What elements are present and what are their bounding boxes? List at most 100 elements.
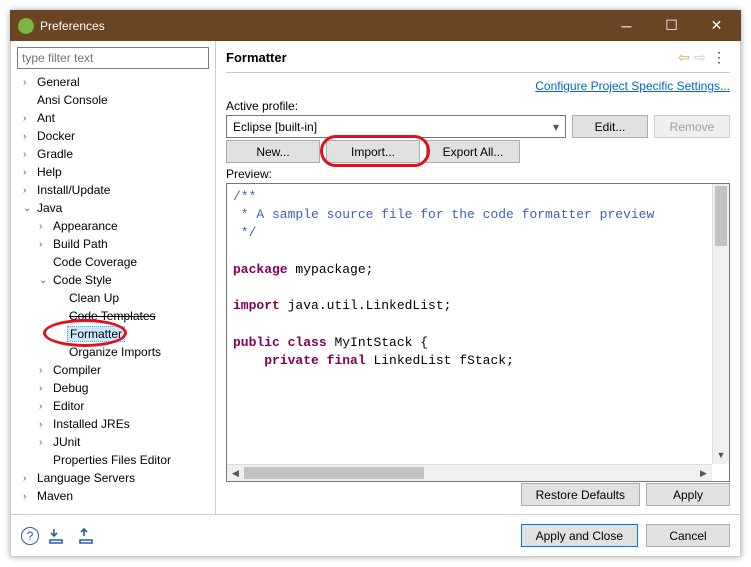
- page-menu-icon[interactable]: ⋮: [708, 49, 730, 66]
- code-text: java.util.LinkedList;: [280, 298, 452, 313]
- tree-item-label: Editor: [51, 399, 86, 413]
- tree-item-junit[interactable]: ›JUnit: [19, 433, 209, 451]
- tree-item-maven[interactable]: ›Maven: [19, 487, 209, 505]
- tree-item-general[interactable]: ›General: [19, 73, 209, 91]
- import-button[interactable]: Import...: [326, 140, 420, 163]
- nav-back-icon[interactable]: ⇦: [676, 49, 692, 66]
- chevron-right-icon[interactable]: ›: [23, 185, 35, 196]
- close-button[interactable]: ✕: [694, 10, 739, 41]
- active-profile-select[interactable]: Eclipse [built-in]: [226, 115, 566, 138]
- configure-project-link[interactable]: Configure Project Specific Settings...: [535, 79, 730, 93]
- vscroll-thumb[interactable]: [715, 186, 727, 246]
- tree-item-gradle[interactable]: ›Gradle: [19, 145, 209, 163]
- tree-item-help[interactable]: ›Help: [19, 163, 209, 181]
- scroll-down-icon[interactable]: ▼: [713, 447, 729, 464]
- chevron-down-icon[interactable]: ⌄: [39, 275, 51, 286]
- preferences-window: Preferences ─ ☐ ✕ ›GeneralAnsi Console›A…: [10, 10, 741, 557]
- chevron-right-icon[interactable]: ›: [23, 149, 35, 160]
- chevron-right-icon[interactable]: ›: [23, 113, 35, 124]
- tree-item-label: Debug: [51, 381, 90, 395]
- tree-item-docker[interactable]: ›Docker: [19, 127, 209, 145]
- chevron-right-icon[interactable]: ›: [39, 365, 51, 376]
- tree-item-label: Help: [35, 165, 64, 179]
- chevron-right-icon[interactable]: ›: [39, 239, 51, 250]
- filter-input[interactable]: [17, 47, 209, 69]
- chevron-right-icon[interactable]: ›: [39, 221, 51, 232]
- tree-item-language-servers[interactable]: ›Language Servers: [19, 469, 209, 487]
- tree-item-organize-imports[interactable]: Organize Imports: [19, 343, 209, 361]
- tree-item-ant[interactable]: ›Ant: [19, 109, 209, 127]
- export-all-button[interactable]: Export All...: [426, 140, 520, 163]
- chevron-right-icon[interactable]: ›: [23, 131, 35, 142]
- chevron-right-icon[interactable]: ›: [39, 419, 51, 430]
- tree-item-label: Code Templates: [67, 309, 158, 323]
- chevron-right-icon[interactable]: ›: [23, 77, 35, 88]
- tree-item-debug[interactable]: ›Debug: [19, 379, 209, 397]
- minimize-button[interactable]: ─: [604, 10, 649, 41]
- tree-item-clean-up[interactable]: Clean Up: [19, 289, 209, 307]
- tree-item-code-style[interactable]: ⌄Code Style: [19, 271, 209, 289]
- tree-item-properties-files-editor[interactable]: Properties Files Editor: [19, 451, 209, 469]
- tree-item-label: Formatter: [67, 326, 125, 342]
- tree-item-label: Organize Imports: [67, 345, 163, 359]
- window-title: Preferences: [40, 19, 604, 33]
- content-footer: Restore Defaults Apply: [226, 483, 730, 506]
- tree-item-label: Compiler: [51, 363, 103, 377]
- chevron-right-icon[interactable]: ›: [23, 167, 35, 178]
- tree-item-label: Code Coverage: [51, 255, 139, 269]
- apply-and-close-button[interactable]: Apply and Close: [521, 524, 638, 547]
- hscroll-thumb[interactable]: [244, 467, 424, 479]
- preview-hscrollbar[interactable]: ◀ ▶: [227, 464, 712, 481]
- tree-item-java[interactable]: ⌄Java: [19, 199, 209, 217]
- dialog-body: ›GeneralAnsi Console›Ant›Docker›Gradle›H…: [10, 41, 741, 557]
- edit-button[interactable]: Edit...: [572, 115, 648, 138]
- apply-button[interactable]: Apply: [646, 483, 730, 506]
- preview-vscrollbar[interactable]: ▲ ▼: [712, 184, 729, 464]
- cancel-button[interactable]: Cancel: [646, 524, 730, 547]
- active-profile-value: Eclipse [built-in]: [233, 120, 317, 134]
- export-prefs-icon[interactable]: [77, 525, 99, 547]
- tree-item-formatter[interactable]: Formatter: [19, 325, 209, 343]
- code-kw: private: [264, 353, 319, 368]
- scroll-right-icon[interactable]: ▶: [695, 465, 712, 481]
- tree-item-install-update[interactable]: ›Install/Update: [19, 181, 209, 199]
- new-button[interactable]: New...: [226, 140, 320, 163]
- tree-item-label: General: [35, 75, 82, 89]
- tree-item-code-coverage[interactable]: Code Coverage: [19, 253, 209, 271]
- chevron-right-icon[interactable]: ›: [39, 437, 51, 448]
- import-prefs-icon[interactable]: [47, 525, 69, 547]
- help-icon[interactable]: ?: [21, 527, 39, 545]
- content-pane: Formatter ⇦ ⇨ ⋮ Configure Project Specif…: [216, 41, 740, 514]
- code-kw: package: [233, 262, 288, 277]
- chevron-right-icon[interactable]: ›: [23, 491, 35, 502]
- tree-item-installed-jres[interactable]: ›Installed JREs: [19, 415, 209, 433]
- chevron-right-icon[interactable]: ›: [39, 383, 51, 394]
- tree-item-label: Gradle: [35, 147, 75, 161]
- preview-wrap: /** * A sample source file for the code …: [226, 183, 730, 482]
- remove-button: Remove: [654, 115, 730, 138]
- chevron-down-icon[interactable]: ⌄: [23, 203, 35, 214]
- tree-item-label: Java: [35, 201, 64, 215]
- content-header: Formatter ⇦ ⇨ ⋮: [226, 49, 730, 73]
- preview-pane[interactable]: /** * A sample source file for the code …: [226, 183, 730, 482]
- tree-item-label: Docker: [35, 129, 77, 143]
- tree-item-editor[interactable]: ›Editor: [19, 397, 209, 415]
- code-kw: import: [233, 298, 280, 313]
- tree-item-appearance[interactable]: ›Appearance: [19, 217, 209, 235]
- tree-item-ansi-console[interactable]: Ansi Console: [19, 91, 209, 109]
- chevron-right-icon[interactable]: ›: [23, 473, 35, 484]
- preference-tree[interactable]: ›GeneralAnsi Console›Ant›Docker›Gradle›H…: [17, 73, 209, 508]
- tree-item-code-templates[interactable]: Code Templates: [19, 307, 209, 325]
- maximize-button[interactable]: ☐: [649, 10, 694, 41]
- profile-actions-row: New... Import... Export All...: [226, 140, 730, 163]
- tree-item-label: Clean Up: [67, 291, 121, 305]
- restore-defaults-button[interactable]: Restore Defaults: [521, 483, 640, 506]
- tree-item-label: JUnit: [51, 435, 82, 449]
- chevron-right-icon[interactable]: ›: [39, 401, 51, 412]
- code-kw: class: [288, 335, 327, 350]
- scroll-left-icon[interactable]: ◀: [227, 465, 244, 481]
- tree-item-compiler[interactable]: ›Compiler: [19, 361, 209, 379]
- code-kw: public: [233, 335, 280, 350]
- page-title: Formatter: [226, 50, 676, 65]
- tree-item-build-path[interactable]: ›Build Path: [19, 235, 209, 253]
